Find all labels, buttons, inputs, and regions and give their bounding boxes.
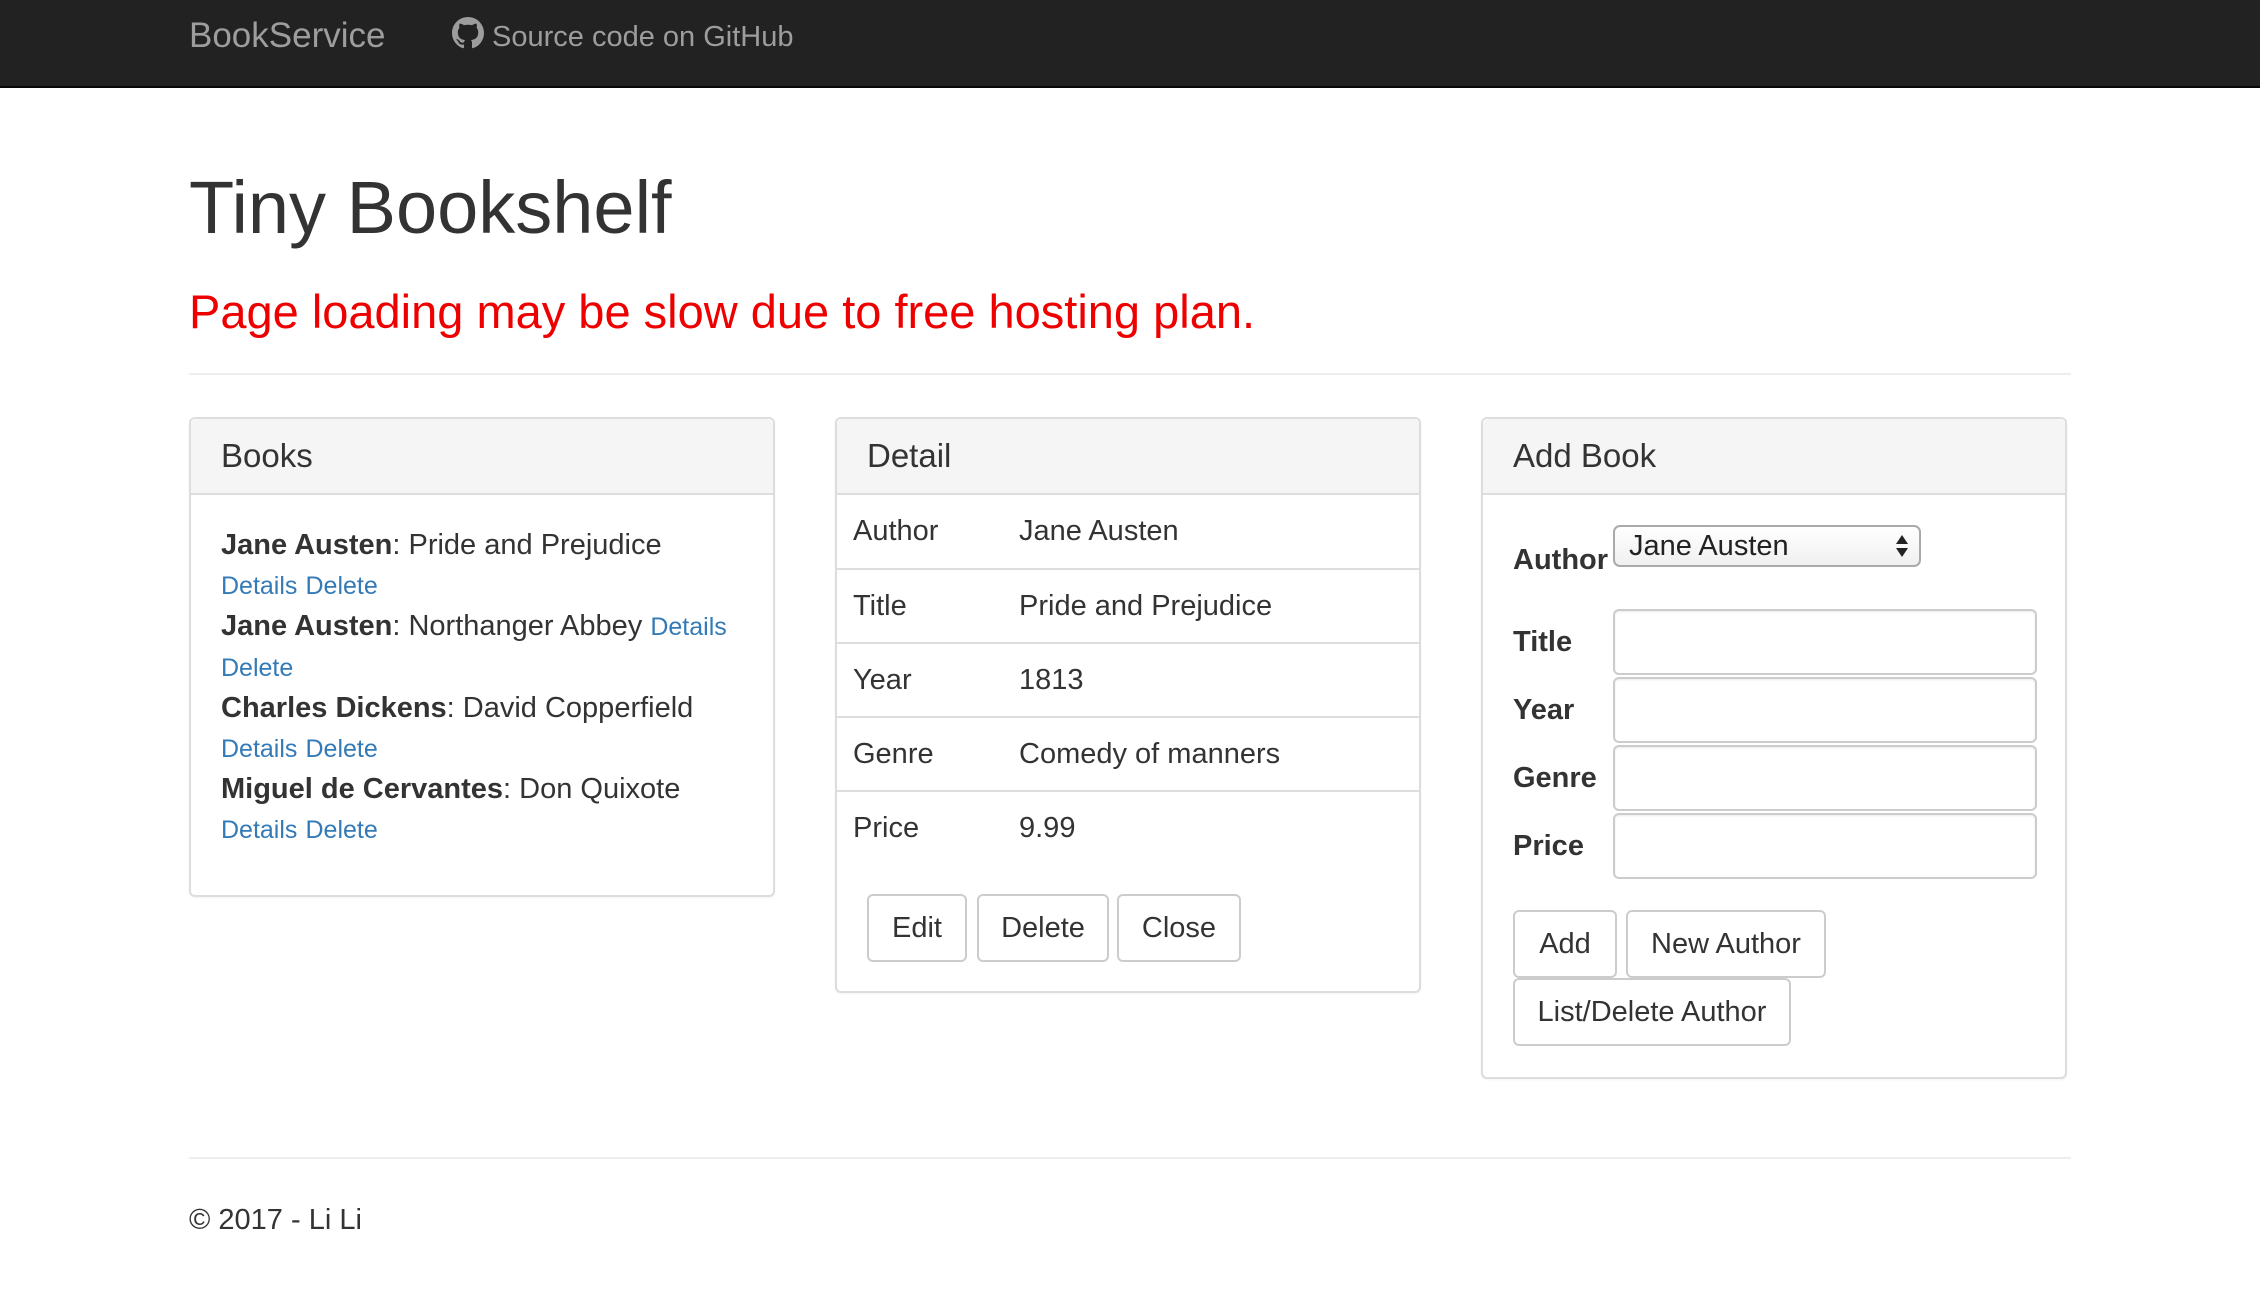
list-item: Charles Dickens: David Copperfield Detai… (221, 688, 743, 769)
navbar: BookService Source code on GitHub (0, 0, 2260, 88)
detail-label: Genre (837, 717, 1003, 792)
detail-panel: Detail Author Jane Austen Title Pride an… (835, 417, 1421, 993)
author-select[interactable]: Jane Austen (1613, 525, 1921, 567)
delete-link[interactable]: Delete (305, 816, 377, 844)
select-arrows-icon (1896, 535, 1908, 557)
list-item: Jane Austen: Pride and Prejudice Details… (221, 525, 743, 606)
github-link-label: Source code on GitHub (492, 20, 794, 53)
list-item: Miguel de Cervantes: Don Quixote Details… (221, 769, 743, 850)
edit-button[interactable]: Edit (867, 894, 967, 962)
add-button[interactable]: Add (1513, 910, 1617, 978)
book-author: Miguel de Cervantes (221, 773, 504, 805)
detail-value: Jane Austen (1003, 495, 1419, 570)
book-author: Jane Austen (221, 610, 393, 642)
hosting-warning: Page loading may be slow due to free hos… (189, 285, 1256, 338)
delete-button[interactable]: Delete (977, 894, 1109, 962)
book-title: : Northanger Abbey (392, 610, 643, 642)
details-link[interactable]: Details (221, 572, 297, 600)
detail-value: 1813 (1003, 643, 1419, 718)
github-link[interactable]: Source code on GitHub (452, 17, 793, 57)
details-link[interactable]: Details (221, 816, 297, 844)
github-icon (452, 17, 484, 57)
title-label: Title (1513, 626, 1573, 658)
list-delete-author-button[interactable]: List/Delete Author (1513, 978, 1791, 1046)
book-title: : Don Quixote (503, 773, 681, 805)
book-title: : David Copperfield (446, 692, 694, 724)
year-input[interactable] (1613, 677, 2037, 743)
table-row: Price 9.99 (837, 791, 1419, 865)
brand-link[interactable]: BookService (189, 16, 385, 56)
year-label: Year (1513, 694, 1575, 726)
details-link[interactable]: Details (221, 735, 297, 763)
book-title: : Pride and Prejudice (392, 529, 662, 561)
add-book-panel-heading: Add Book (1483, 419, 2065, 495)
new-author-button[interactable]: New Author (1626, 910, 1826, 978)
table-row: Genre Comedy of manners (837, 717, 1419, 792)
books-panel: Books Jane Austen: Pride and Prejudice D… (189, 417, 775, 897)
page-title: Tiny Bookshelf (189, 166, 672, 249)
price-input[interactable] (1613, 813, 2037, 879)
details-link[interactable]: Details (650, 613, 726, 641)
book-author: Jane Austen (221, 529, 393, 561)
table-row: Year 1813 (837, 643, 1419, 718)
price-label: Price (1513, 830, 1584, 862)
book-list: Jane Austen: Pride and Prejudice Details… (191, 495, 773, 850)
detail-label: Title (837, 569, 1003, 644)
book-author: Charles Dickens (221, 692, 447, 724)
delete-link[interactable]: Delete (305, 735, 377, 763)
detail-value: 9.99 (1019, 812, 1076, 844)
detail-value: Pride and Prejudice (1003, 569, 1419, 644)
list-item: Jane Austen: Northanger Abbey Details De… (221, 606, 743, 688)
books-panel-heading: Books (191, 419, 773, 495)
table-row: Title Pride and Prejudice (837, 569, 1419, 644)
delete-link[interactable]: Delete (221, 654, 293, 682)
detail-panel-heading: Detail (837, 419, 1419, 495)
detail-table: Author Jane Austen Title Pride and Preju… (837, 495, 1419, 865)
delete-link[interactable]: Delete (305, 572, 377, 600)
title-input[interactable] (1613, 609, 2037, 675)
add-book-panel: Add Book Author Jane Austen Title Year G… (1481, 417, 2067, 1079)
detail-label: Price (853, 812, 920, 844)
divider-bottom (189, 1157, 2071, 1159)
divider-top (189, 373, 2071, 375)
genre-label: Genre (1513, 762, 1597, 794)
detail-value: Comedy of manners (1003, 717, 1419, 792)
genre-input[interactable] (1613, 745, 2037, 811)
author-label: Author (1513, 544, 1609, 576)
footer-copyright: © 2017 - Li Li (189, 1204, 362, 1236)
detail-label: Author (837, 495, 1003, 570)
table-row: Author Jane Austen (837, 495, 1419, 570)
author-select-value: Jane Austen (1629, 530, 1789, 562)
close-button[interactable]: Close (1117, 894, 1241, 962)
detail-label: Year (837, 643, 1003, 718)
